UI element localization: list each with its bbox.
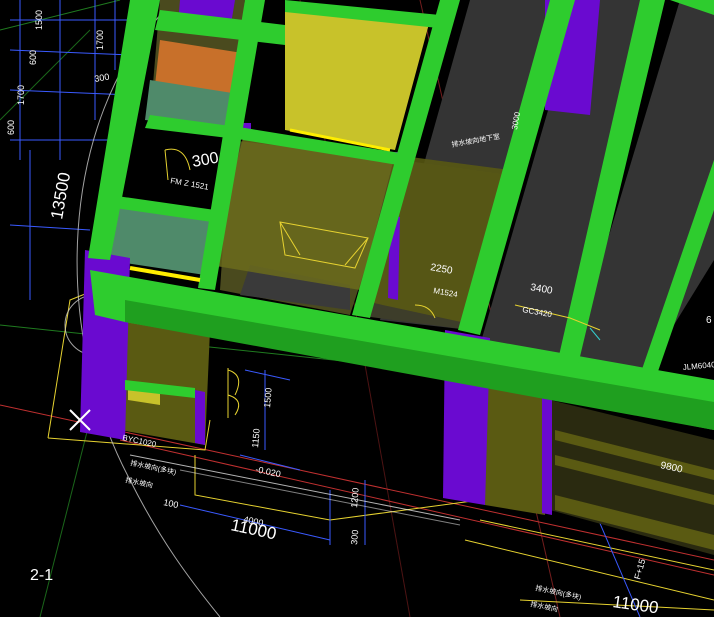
dim-300-left: 300 [94, 72, 111, 84]
dim-600: 600 [28, 50, 38, 65]
dim-11000-b: 11000 [611, 592, 659, 617]
dim-1200: 1200 [349, 487, 361, 508]
view-label: 2-1 [30, 567, 53, 584]
note-a2: 排水坡向 [125, 475, 154, 490]
dim-1700-top: 1700 [95, 30, 105, 50]
dim-11000-a: 11000 [229, 515, 278, 543]
model-canvas[interactable]: 1500 1700 600 300 1700 600 13500 300 150… [0, 0, 714, 617]
note-a1: 排水坡向(多块) [130, 458, 178, 477]
dim-6: 6 [706, 315, 712, 326]
dim-1500-top: 1500 [34, 10, 44, 30]
dim-neg020: -0.020 [255, 464, 282, 479]
dim-1500-right: 1500 [262, 387, 274, 408]
dim-600-b: 600 [6, 120, 16, 135]
dim-300-low: 300 [349, 529, 360, 545]
dim-1700-mid: 1700 [16, 85, 26, 105]
dim-13500: 13500 [47, 171, 74, 221]
label-fl15: F+15 [632, 558, 647, 581]
label-jlm6040: JLM6040 [682, 360, 714, 372]
dim-100: 100 [163, 497, 180, 510]
dim-1150: 1150 [250, 428, 262, 448]
note-b1: 排水坡向(多块) [535, 583, 583, 602]
cad-3d-viewport[interactable]: 1500 1700 600 300 1700 600 13500 300 150… [0, 0, 714, 617]
